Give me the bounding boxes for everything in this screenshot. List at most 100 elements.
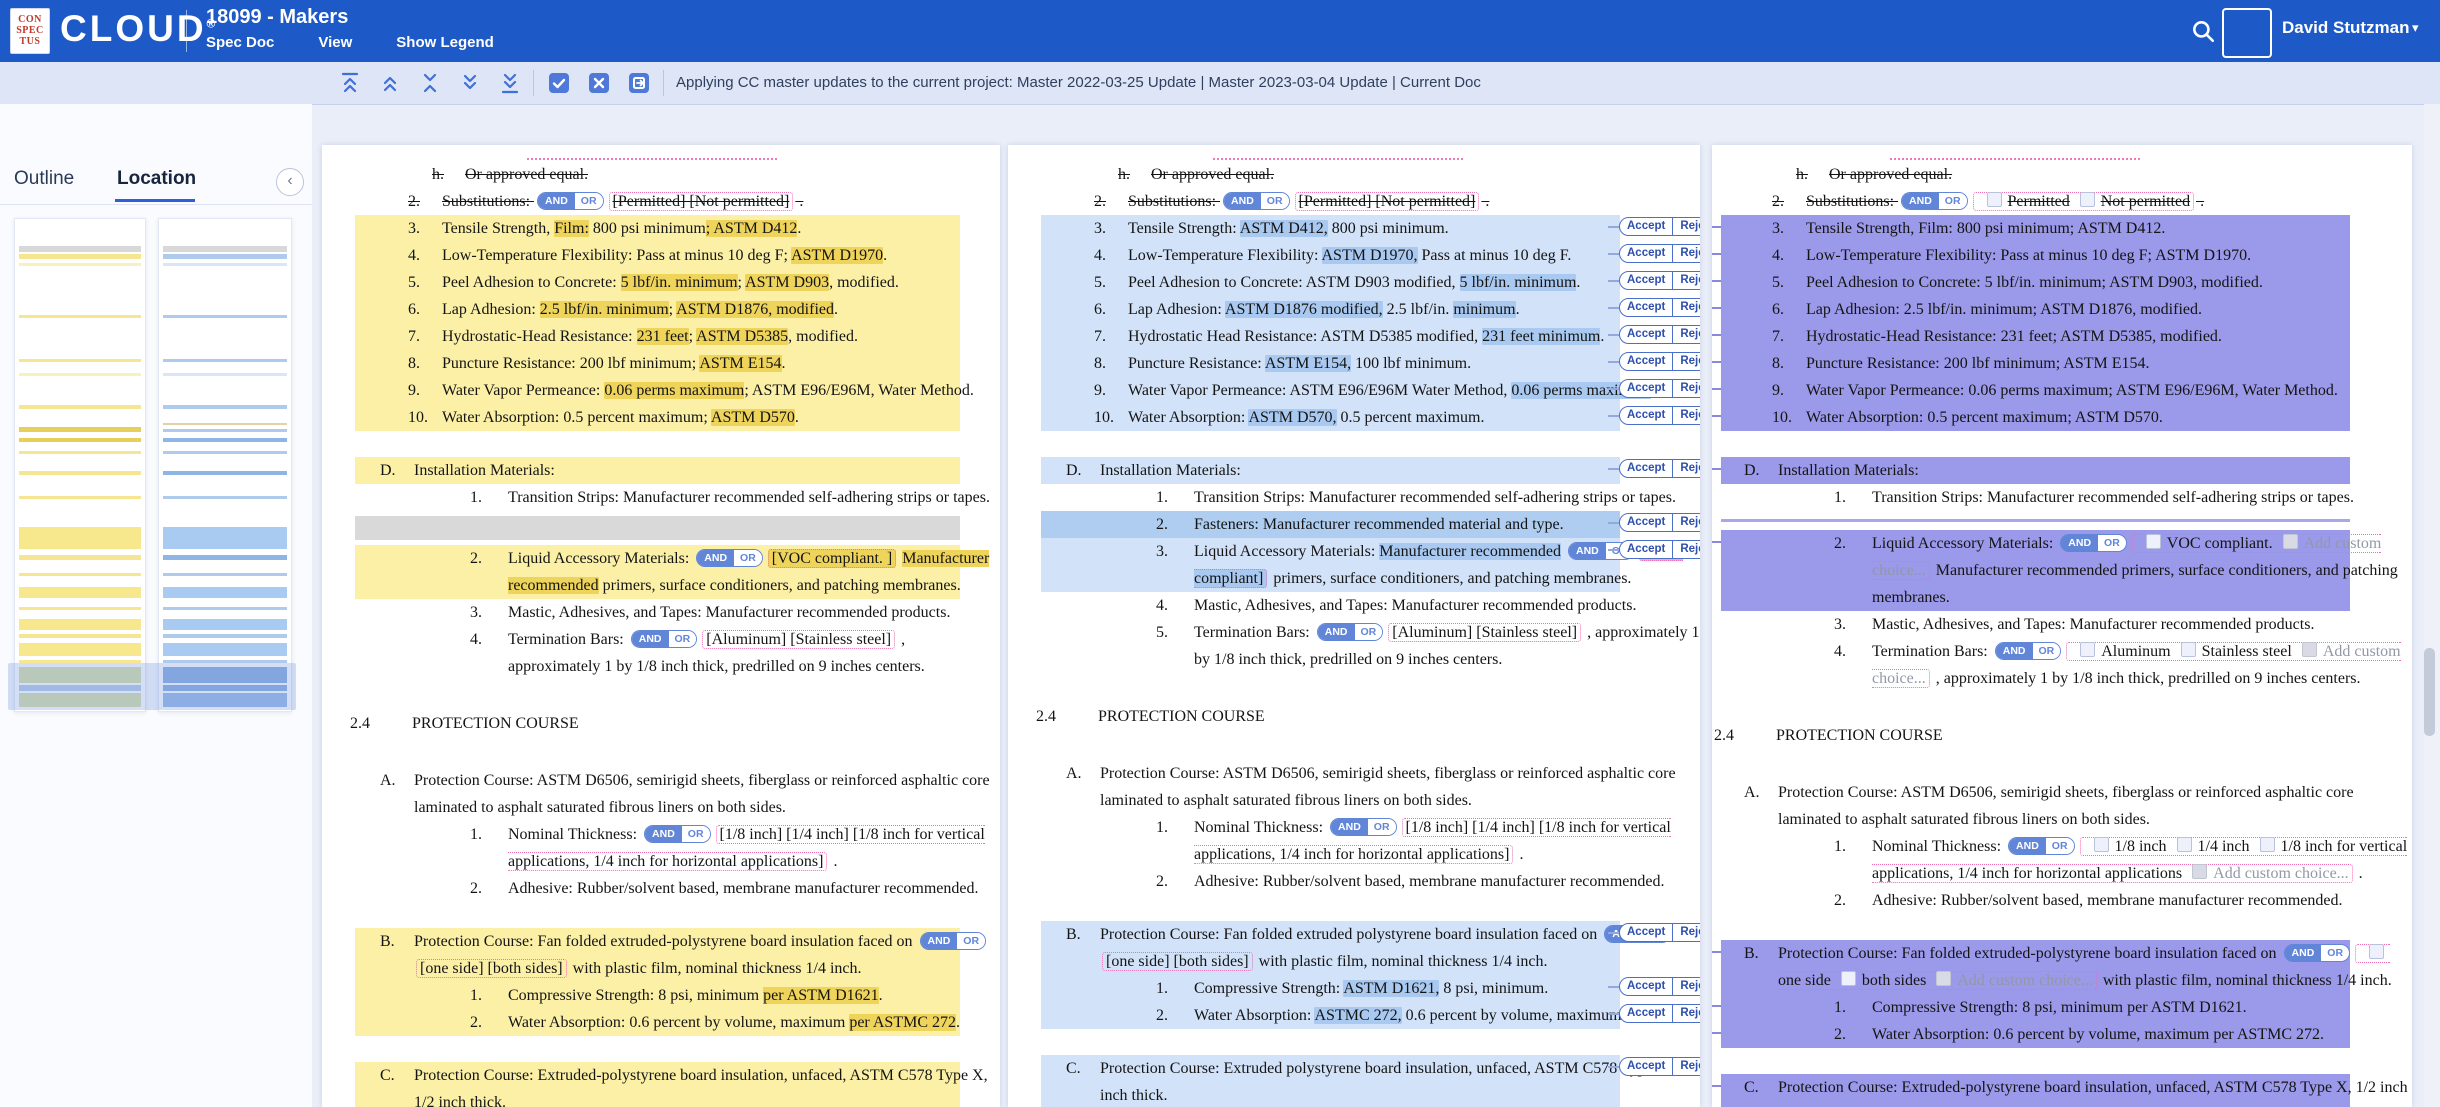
- reject-button[interactable]: Reject: [1673, 379, 1700, 398]
- choice-checkbox[interactable]: [2079, 192, 2095, 207]
- and-option[interactable]: AND: [1317, 624, 1355, 640]
- spec-row[interactable]: 2. Fasteners: Manufacturer recommended ma…: [1008, 511, 1700, 538]
- reject-button[interactable]: Reject: [1673, 1057, 1700, 1076]
- choice-label[interactable]: Not permitted: [2101, 193, 2190, 210]
- accept-button[interactable]: Accept: [1619, 217, 1674, 236]
- spec-row[interactable]: 2. Substitutions: AND OR Permitted Not permi…: [1712, 188, 2412, 215]
- accept-button[interactable]: Accept: [1619, 923, 1674, 942]
- spec-row[interactable]: 10. Water Absorption: 0.5 percent maximum…: [322, 404, 1000, 431]
- spec-row[interactable]: 2.4 PROTECTION COURSE: [1712, 722, 2412, 749]
- or-option[interactable]: OR: [734, 550, 762, 566]
- and-option[interactable]: AND: [1568, 543, 1606, 559]
- go-first-change-icon[interactable]: [338, 71, 362, 95]
- scrollbar-thumb[interactable]: [2424, 648, 2435, 736]
- choice-group[interactable]: [Permitted] [Not permitted]: [608, 192, 794, 211]
- choice-checkbox[interactable]: [2301, 642, 2317, 657]
- tab-outline[interactable]: Outline: [14, 168, 74, 190]
- spec-row[interactable]: 7. Hydrostatic-Head Resistance: 231 feet;…: [322, 323, 1000, 350]
- spec-row[interactable]: h. Or approved equal.: [1712, 158, 2412, 188]
- reject-button[interactable]: Reject: [1673, 352, 1700, 371]
- scrollbar-track[interactable]: [2424, 104, 2440, 1107]
- choice-label[interactable]: Permitted: [2008, 193, 2070, 210]
- user-name[interactable]: David Stutzman: [2282, 18, 2410, 38]
- spec-row[interactable]: 4. Termination Bars: AND OR [Aluminum] [Sta…: [322, 626, 1000, 680]
- choice-checkbox[interactable]: [1936, 971, 1952, 986]
- choice-checkbox[interactable]: [2080, 642, 2096, 657]
- accept-button[interactable]: Accept: [1619, 977, 1674, 996]
- spec-row[interactable]: 1. Compressive Strength: 8 psi, minimum p…: [1712, 994, 2412, 1021]
- choice-label[interactable]: 1/4 inch: [2198, 838, 2250, 855]
- or-option[interactable]: OR: [2098, 535, 2126, 551]
- and-option[interactable]: AND: [645, 826, 682, 842]
- reject-button[interactable]: Reject: [1673, 540, 1700, 559]
- and-or-toggle[interactable]: ANDOR: [537, 192, 604, 210]
- menu-spec-doc[interactable]: Spec Doc: [206, 34, 274, 51]
- spec-row[interactable]: 2. Adhesive: Rubber/solvent based, membra…: [1712, 887, 2412, 914]
- reject-button[interactable]: Reject: [1673, 271, 1700, 290]
- and-option[interactable]: AND: [1224, 193, 1261, 209]
- and-or-toggle[interactable]: ANDOR: [1994, 642, 2062, 660]
- spec-row[interactable]: 4. Low-Temperature Flexibility: Pass at m…: [1712, 242, 2412, 269]
- choice-group[interactable]: [VOC compliant. ]: [767, 549, 897, 568]
- go-next-change-icon[interactable]: [458, 71, 482, 95]
- choice-group[interactable]: [Aluminum] [Stainless steel]: [702, 630, 896, 649]
- spec-row[interactable]: 2. Water Absorption: 0.6 percent by volum…: [322, 1009, 1000, 1036]
- reject-button[interactable]: Reject: [1673, 244, 1700, 263]
- choice-label[interactable]: 1/8 inch: [2115, 838, 2167, 855]
- spec-row[interactable]: 1. Compressive Strength: ASTM D1621, 8 ps…: [1008, 975, 1700, 1002]
- and-option[interactable]: AND: [697, 550, 735, 566]
- spec-row[interactable]: 9. Water Vapor Permeance: 0.06 perms maxi…: [322, 377, 1000, 404]
- reject-button[interactable]: Reject: [1673, 325, 1700, 344]
- and-option[interactable]: AND: [1331, 819, 1368, 835]
- spec-row[interactable]: 2. Water Absorption: ASTMC 272, 0.6 perce…: [1008, 1002, 1700, 1029]
- spec-row[interactable]: D. Installation Materials:: [322, 457, 1000, 484]
- accept-button[interactable]: Accept: [1619, 379, 1674, 398]
- choice-label[interactable]: Stainless steel: [2202, 643, 2292, 660]
- spec-row[interactable]: 1. Transition Strips: Manufacturer recomm…: [1008, 484, 1700, 511]
- collapse-sidebar-button[interactable]: ‹: [276, 168, 304, 196]
- accept-button[interactable]: Accept: [1619, 271, 1674, 290]
- or-option[interactable]: OR: [957, 933, 986, 949]
- accept-button[interactable]: Accept: [1619, 406, 1674, 425]
- choice-checkbox[interactable]: [2093, 837, 2109, 852]
- reject-button[interactable]: Reject: [1673, 217, 1700, 236]
- spec-row[interactable]: 4. Low-Temperature Flexibility: ASTM D197…: [1008, 242, 1700, 269]
- choice-checkbox[interactable]: [2180, 642, 2196, 657]
- and-or-toggle[interactable]: ANDOR: [2283, 944, 2351, 962]
- menu-view[interactable]: View: [318, 34, 352, 51]
- spec-row[interactable]: 6. Lap Adhesion: 2.5 lbf/in. minimum; AST…: [1712, 296, 2412, 323]
- and-or-toggle[interactable]: ANDOR: [2008, 837, 2075, 855]
- spec-row[interactable]: 4. Mastic, Adhesives, and Tapes: Manufact…: [1008, 592, 1700, 619]
- reject-button[interactable]: Reject: [1673, 298, 1700, 317]
- spec-row[interactable]: 4. Termination Bars: AND OR Aluminum Stainle…: [1712, 638, 2412, 692]
- accept-button[interactable]: Accept: [1619, 459, 1674, 478]
- choice-checkbox[interactable]: [2145, 534, 2161, 549]
- choice-label[interactable]: both sides: [1862, 972, 1926, 989]
- minimap-master-doc[interactable]: [14, 218, 146, 712]
- choice-checkbox[interactable]: [1986, 192, 2002, 207]
- spec-row[interactable]: 2. Substitutions: AND OR [Permitted] [Not p…: [322, 188, 1000, 215]
- chevron-down-icon[interactable]: ▾: [2412, 20, 2419, 36]
- reject-button[interactable]: Reject: [1673, 513, 1700, 532]
- spec-row[interactable]: B. Protection Course: Fan folded extruded…: [322, 928, 1000, 982]
- choice-checkbox[interactable]: [2282, 534, 2298, 549]
- spec-row[interactable]: 3. Liquid Accessory Materials: Manufactur…: [1008, 538, 1700, 592]
- spec-row[interactable]: 6. Lap Adhesion: ASTM D1876 modified, 2.5…: [1008, 296, 1700, 323]
- accept-button[interactable]: Accept: [1619, 1057, 1674, 1076]
- or-option[interactable]: OR: [574, 193, 603, 209]
- reject-button[interactable]: Reject: [1673, 977, 1700, 996]
- choice-label[interactable]: Aluminum: [2101, 643, 2170, 660]
- menu-show-legend[interactable]: Show Legend: [396, 34, 494, 51]
- spec-row[interactable]: 10. Water Absorption: 0.5 percent maximum…: [1712, 404, 2412, 431]
- spec-row[interactable]: 3. Mastic, Adhesives, and Tapes: Manufact…: [322, 599, 1000, 626]
- accept-button[interactable]: Accept: [1619, 1004, 1674, 1023]
- reject-button[interactable]: Reject: [1673, 923, 1700, 942]
- and-option[interactable]: AND: [538, 193, 575, 209]
- spec-row[interactable]: 2.4 PROTECTION COURSE: [1008, 703, 1700, 730]
- go-last-change-icon[interactable]: [498, 71, 522, 95]
- spec-row[interactable]: 2. Water Absorption: 0.6 percent by volum…: [1712, 1021, 2412, 1048]
- and-or-toggle[interactable]: ANDOR: [630, 630, 698, 648]
- spec-row[interactable]: B. Protection Course: Fan folded extruded…: [1008, 921, 1700, 975]
- or-option[interactable]: OR: [668, 631, 697, 647]
- spec-row[interactable]: 9. Water Vapor Permeance: ASTM E96/E96M W…: [1008, 377, 1700, 404]
